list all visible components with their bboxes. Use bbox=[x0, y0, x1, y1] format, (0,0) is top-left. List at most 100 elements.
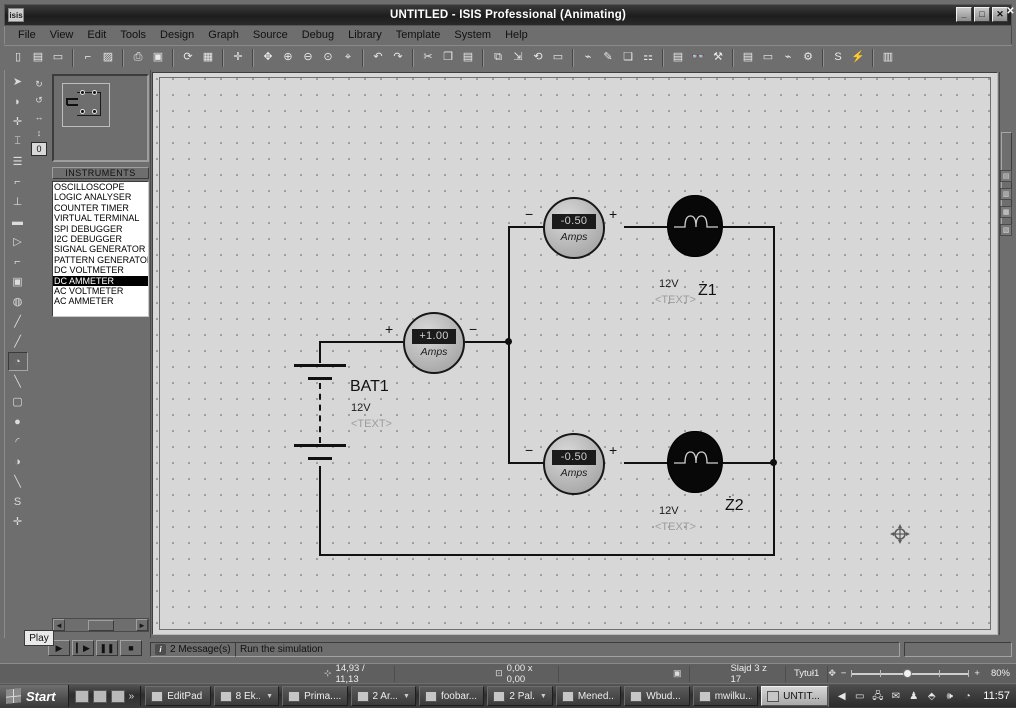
print-button[interactable]: ⎙ bbox=[129, 48, 147, 67]
taskbar-item-8[interactable]: mwilku... bbox=[692, 686, 759, 706]
box-mode-button[interactable]: ▢ bbox=[8, 392, 28, 411]
messages-indicator[interactable]: i 2 Message(s) bbox=[150, 642, 236, 657]
block-copy-button[interactable]: ⧉ bbox=[489, 48, 507, 67]
overview-preview-panel[interactable] bbox=[52, 74, 149, 162]
instrument-item-spi-debugger[interactable]: SPI DEBUGGER bbox=[53, 224, 148, 234]
circle-mode-button[interactable]: ● bbox=[8, 412, 28, 431]
menu-item-system[interactable]: System bbox=[447, 28, 498, 42]
save-file-button[interactable]: ▭ bbox=[49, 48, 67, 67]
arc-mode-button[interactable]: ◜ bbox=[8, 432, 28, 451]
chevron-right-icon[interactable]: » bbox=[129, 691, 135, 702]
generator-mode-button[interactable]: ◍ bbox=[8, 292, 28, 311]
update-arrow-icon[interactable]: ⬘ bbox=[925, 690, 938, 703]
junction-dot-mode-button[interactable]: ✛ bbox=[8, 112, 28, 131]
show-desktop-icon[interactable] bbox=[110, 689, 125, 703]
envelope-icon[interactable]: ✉ bbox=[889, 690, 902, 703]
menu-item-view[interactable]: View bbox=[43, 28, 81, 42]
ammeter-main[interactable]: +1.00 Amps bbox=[403, 312, 465, 374]
graph-sim-button[interactable]: ⚡ bbox=[849, 48, 867, 67]
paste-button[interactable]: ▤ bbox=[459, 48, 477, 67]
export-section-button[interactable]: ▨ bbox=[99, 48, 117, 67]
wire-label-mode-button[interactable]: ⌶ bbox=[8, 132, 28, 151]
ammeter-branch-2[interactable]: -0.50 Amps bbox=[543, 433, 605, 495]
zoom-slider[interactable] bbox=[851, 668, 970, 678]
zoom-in-button[interactable]: + bbox=[974, 668, 980, 679]
instruments-list[interactable]: OSCILLOSCOPE LOGIC ANALYSER COUNTER TIMER V… bbox=[52, 181, 149, 317]
voltage-probe-mode-button[interactable]: ╱ bbox=[8, 312, 28, 331]
taskbar-item-3[interactable]: 2 Ar... ▼ bbox=[350, 686, 416, 706]
outer-close-button[interactable]: ✕ bbox=[1005, 6, 1016, 18]
shield-icon[interactable]: ♟ bbox=[907, 690, 920, 703]
bus-mode-button[interactable]: ⌐ bbox=[8, 172, 28, 191]
packaging-tool-button[interactable]: ❏ bbox=[619, 48, 637, 67]
taskbar-item-7[interactable]: Wbud... bbox=[624, 686, 690, 706]
chevron-down-icon[interactable]: ▼ bbox=[540, 693, 547, 700]
instrument-item-signal-generator[interactable]: SIGNAL GENERATOR bbox=[53, 244, 148, 254]
selection-mode-button[interactable]: ➤ bbox=[8, 72, 28, 91]
tray-collapse-button[interactable]: ◀ bbox=[835, 690, 848, 703]
instrument-item-ac-voltmeter[interactable]: AC VOLTMETER bbox=[53, 286, 148, 296]
wire-lamp1-to-rail[interactable] bbox=[723, 226, 774, 228]
lamp-z2[interactable] bbox=[667, 431, 723, 493]
rotation-angle-field[interactable]: 0 bbox=[31, 141, 47, 157]
property-assignment-button[interactable]: ⚒ bbox=[709, 48, 727, 67]
virtual-instruments-mode-button[interactable]: ◔ bbox=[7, 352, 28, 371]
wire-ammeter1-to-lamp1[interactable] bbox=[624, 226, 671, 228]
netlist-button[interactable]: ▤ bbox=[669, 48, 687, 67]
instrument-item-pattern-generator[interactable]: PATTERN GENERATOR bbox=[53, 255, 148, 265]
rotate-ccw-button[interactable]: ↺ bbox=[31, 94, 47, 108]
ammeter-branch-1[interactable]: -0.50 Amps bbox=[543, 197, 605, 259]
make-device-button[interactable]: ✎ bbox=[599, 48, 617, 67]
instrument-item-dc-voltmeter[interactable]: DC VOLTMETER bbox=[53, 265, 148, 275]
ares-button[interactable]: ⚙ bbox=[799, 48, 817, 67]
graph-mode-button[interactable]: ⌐ bbox=[8, 252, 28, 271]
instrument-item-oscilloscope[interactable]: OSCILLOSCOPE bbox=[53, 182, 148, 192]
copy-button[interactable]: ❐ bbox=[439, 48, 457, 67]
symbol-mode-button[interactable]: S bbox=[8, 492, 28, 511]
chevron-down-icon[interactable]: ▼ bbox=[403, 693, 410, 700]
menu-item-file[interactable]: File bbox=[11, 28, 43, 42]
origin-button[interactable]: ✛ bbox=[229, 48, 247, 67]
block-move-button[interactable]: ⇲ bbox=[509, 48, 527, 67]
wire-battery-top[interactable] bbox=[319, 341, 321, 363]
taskbar-item-2[interactable]: Prima.... bbox=[282, 686, 348, 706]
decompose-button[interactable]: ⚏ bbox=[639, 48, 657, 67]
component-mode-button[interactable]: ◗ bbox=[8, 92, 28, 111]
speaker-icon[interactable]: 🕪 bbox=[943, 690, 956, 703]
wire-ammeter-to-junction[interactable] bbox=[465, 341, 510, 343]
taskbar-item-1[interactable]: 8 Ek... ▼ bbox=[213, 686, 280, 706]
instrument-item-counter-timer[interactable]: COUNTER TIMER bbox=[53, 203, 148, 213]
import-section-button[interactable]: ⌐ bbox=[79, 48, 97, 67]
redo-button[interactable]: ↷ bbox=[389, 48, 407, 67]
menu-item-graph[interactable]: Graph bbox=[201, 28, 246, 42]
menu-item-library[interactable]: Library bbox=[341, 28, 389, 42]
instrument-item-ac-ammeter[interactable]: AC AMMETER bbox=[53, 296, 148, 306]
refresh-button[interactable]: ⟳ bbox=[179, 48, 197, 67]
open-file-button[interactable]: ▤ bbox=[29, 48, 47, 67]
taskbar-clock[interactable]: 11:57 bbox=[979, 690, 1010, 702]
bom-report-button[interactable]: ▤ bbox=[739, 48, 757, 67]
instruments-hscrollbar[interactable]: ◄ ► bbox=[52, 618, 149, 632]
menu-item-debug[interactable]: Debug bbox=[295, 28, 341, 42]
instrument-item-dc-ammeter[interactable]: DC AMMETER bbox=[53, 275, 148, 287]
instrument-item-logic-analyser[interactable]: LOGIC ANALYSER bbox=[53, 192, 148, 202]
fit-to-window-icon[interactable]: ✥ bbox=[828, 668, 836, 679]
wire-bottom-return[interactable] bbox=[319, 554, 775, 556]
wire-battery-to-ammeter[interactable] bbox=[319, 341, 403, 343]
text-mode-button[interactable]: ╲ bbox=[8, 472, 28, 491]
cut-button[interactable]: ✂ bbox=[419, 48, 437, 67]
zoom-out-button[interactable]: − bbox=[841, 668, 847, 679]
step-button[interactable]: ▎▶ bbox=[72, 640, 94, 656]
taskbar-item-5[interactable]: 2 Pal... ▼ bbox=[487, 686, 553, 706]
device-pin-mode-button[interactable]: ▷ bbox=[8, 232, 28, 251]
monitor-icon[interactable]: ▭ bbox=[853, 690, 866, 703]
lamp-z1[interactable] bbox=[667, 195, 723, 257]
scroll-thumb[interactable] bbox=[87, 619, 114, 631]
wire-battery-bottom[interactable] bbox=[319, 466, 321, 556]
netlist-compile-button[interactable]: ⌁ bbox=[779, 48, 797, 67]
scroll-left-arrow-icon[interactable]: ◄ bbox=[53, 619, 65, 631]
zoom-slider-knob[interactable] bbox=[903, 668, 913, 678]
subcircuit-mode-button[interactable]: ⊥ bbox=[8, 192, 28, 211]
ie-browser-icon[interactable] bbox=[74, 689, 89, 703]
pan-button[interactable]: ✥ bbox=[259, 48, 277, 67]
